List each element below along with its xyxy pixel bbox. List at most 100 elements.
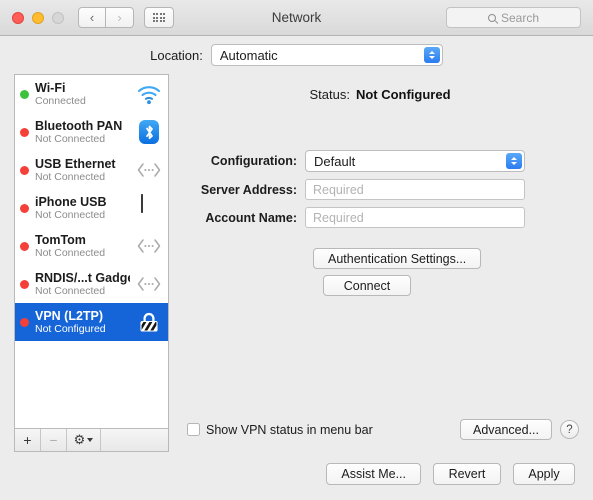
wifi-icon xyxy=(136,81,162,107)
minus-icon: − xyxy=(49,432,58,448)
advanced-button[interactable]: Advanced... xyxy=(459,419,552,440)
service-text: iPhone USB Not Connected xyxy=(35,195,130,221)
authentication-settings-button[interactable]: Authentication Settings... xyxy=(313,248,482,269)
service-text: RNDIS/...t Gadget Not Connected xyxy=(35,271,130,297)
all-preferences-grid-icon xyxy=(152,12,166,23)
iphone-icon xyxy=(136,194,162,221)
service-row[interactable]: RNDIS/...t Gadget Not Connected xyxy=(15,265,168,303)
service-status: Not Configured xyxy=(35,323,106,336)
show-vpn-status-label: Show VPN status in menu bar xyxy=(206,422,373,437)
status-dot xyxy=(20,89,29,99)
service-name: VPN (L2TP) xyxy=(35,308,104,323)
chevron-down-icon xyxy=(87,438,94,442)
back-button[interactable]: ‹ xyxy=(78,7,106,28)
status-row: Status: Not Configured xyxy=(181,87,579,102)
close-button[interactable] xyxy=(12,11,24,24)
service-detail-panel: Status: Not Configured Configuration: De… xyxy=(181,74,579,452)
service-row[interactable]: Bluetooth PAN Not Connected xyxy=(15,113,168,151)
show-vpn-status-checkbox[interactable] xyxy=(187,423,200,436)
services-list[interactable]: Wi-Fi Connected Bluetooth PAN Not Connected… xyxy=(14,74,169,428)
revert-button[interactable]: Revert xyxy=(433,463,501,485)
service-text: Wi-Fi Connected xyxy=(35,81,130,107)
service-text: USB Ethernet Not Connected xyxy=(35,157,130,183)
status-dot xyxy=(20,241,29,251)
status-dot xyxy=(20,203,29,213)
service-text: TomTom Not Connected xyxy=(35,233,130,259)
minimize-button[interactable] xyxy=(32,11,44,24)
account-name-row: Account Name: Required xyxy=(181,207,579,228)
configuration-popup-button[interactable]: Default xyxy=(305,150,525,172)
bluetooth-icon xyxy=(136,119,162,145)
show-all-preferences-button[interactable] xyxy=(144,7,174,28)
services-toolbar: + − ⚙ xyxy=(14,428,169,452)
service-row[interactable]: USB Ethernet Not Connected xyxy=(15,151,168,189)
title-bar: ‹ › Network Search xyxy=(0,0,593,36)
service-name: TomTom xyxy=(35,232,86,247)
location-value: Automatic xyxy=(219,47,278,63)
traffic-lights xyxy=(12,11,64,24)
service-name: RNDIS/...t Gadget xyxy=(35,270,130,285)
service-actions-button[interactable]: ⚙ xyxy=(67,429,101,451)
zoom-button xyxy=(52,11,64,24)
vpn-form: Configuration: Default Server Address: R… xyxy=(181,150,579,228)
vpn-lock-icon xyxy=(136,309,162,335)
connect-button[interactable]: Connect xyxy=(323,275,411,296)
server-address-row: Server Address: Required xyxy=(181,179,579,200)
service-row[interactable]: VPN (L2TP) Not Configured xyxy=(15,303,168,341)
server-address-input[interactable]: Required xyxy=(305,179,525,200)
assist-me-button[interactable]: Assist Me... xyxy=(326,463,421,485)
search-placeholder: Search xyxy=(500,10,540,25)
account-name-label: Account Name: xyxy=(205,210,297,225)
service-status: Not Connected xyxy=(35,133,106,146)
status-dot xyxy=(20,317,29,327)
gear-icon: ⚙ xyxy=(73,432,86,447)
search-icon xyxy=(487,13,496,22)
location-popup-button[interactable]: Automatic xyxy=(210,44,443,66)
service-status: Not Connected xyxy=(35,171,106,184)
server-address-label: Server Address: xyxy=(200,182,297,197)
server-address-placeholder: Required xyxy=(313,182,364,197)
chevron-updown-icon xyxy=(506,153,522,169)
service-status: Not Connected xyxy=(35,209,106,222)
remove-service-button: − xyxy=(41,429,67,451)
service-status: Not Connected xyxy=(35,247,106,260)
chevron-updown-icon xyxy=(423,47,440,63)
nav-buttons: ‹ › xyxy=(78,7,134,28)
service-row[interactable]: TomTom Not Connected xyxy=(15,227,168,265)
network-preferences-window: ‹ › Network Search Location: Automatic W… xyxy=(0,0,593,500)
location-row: Location: Automatic xyxy=(0,36,593,74)
ethernet-icon xyxy=(136,157,162,183)
service-row[interactable]: Wi-Fi Connected xyxy=(15,75,168,113)
service-name: Bluetooth PAN xyxy=(35,118,123,133)
show-vpn-status-checkbox-row[interactable]: Show VPN status in menu bar xyxy=(187,423,373,437)
location-label: Location: xyxy=(150,47,203,63)
service-status: Connected xyxy=(35,95,86,108)
service-name: Wi-Fi xyxy=(35,80,66,95)
add-service-button[interactable]: + xyxy=(15,429,41,451)
plus-icon: + xyxy=(23,432,32,448)
service-status: Not Connected xyxy=(35,285,106,298)
status-value: Not Configured xyxy=(355,87,451,102)
configuration-value: Default xyxy=(314,153,356,169)
window-footer: Assist Me... Revert Apply xyxy=(0,452,593,500)
configuration-row: Configuration: Default xyxy=(181,150,579,172)
window-body: Wi-Fi Connected Bluetooth PAN Not Connected… xyxy=(0,74,593,452)
help-button[interactable]: ? xyxy=(560,420,579,439)
configuration-label: Configuration: xyxy=(210,154,297,168)
services-sidebar: Wi-Fi Connected Bluetooth PAN Not Connected… xyxy=(14,74,169,452)
account-name-input[interactable]: Required xyxy=(305,207,525,228)
service-row[interactable]: iPhone USB Not Connected xyxy=(15,189,168,227)
service-name: iPhone USB xyxy=(35,194,107,209)
ethernet-icon xyxy=(136,233,162,259)
status-dot xyxy=(20,127,29,137)
apply-button[interactable]: Apply xyxy=(513,463,575,485)
search-input[interactable]: Search xyxy=(446,7,581,28)
ethernet-icon xyxy=(136,271,162,297)
service-name: USB Ethernet xyxy=(35,156,116,171)
status-dot xyxy=(20,165,29,175)
account-name-placeholder: Required xyxy=(313,210,364,225)
status-label: Status: xyxy=(309,87,350,102)
vpn-action-buttons: Authentication Settings... Connect xyxy=(313,248,579,296)
panel-bottom-row: Show VPN status in menu bar Advanced... … xyxy=(187,419,579,440)
